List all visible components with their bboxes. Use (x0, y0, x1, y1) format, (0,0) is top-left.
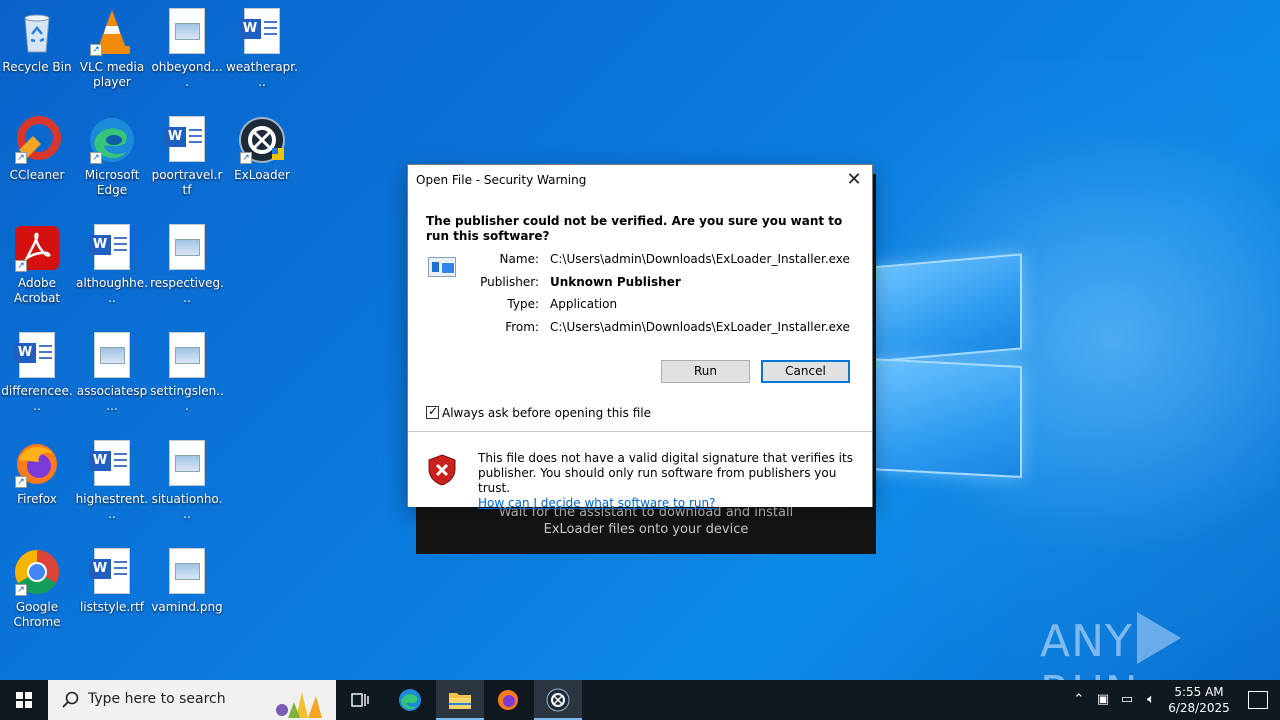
ccleaner-icon: ↗ (13, 116, 61, 164)
exloader-icon: ↗ (238, 116, 286, 164)
image-file-icon (88, 332, 136, 380)
taskbar-file-explorer[interactable] (436, 680, 484, 720)
desktop-icon-ohbeyond[interactable]: ohbeyond.... (150, 8, 224, 90)
cancel-button[interactable]: Cancel (761, 360, 850, 383)
image-file-icon (163, 548, 211, 596)
play-icon (1136, 612, 1181, 664)
microsoft-edge-icon (399, 689, 421, 711)
warning-heading: The publisher could not be verified. Are… (426, 214, 843, 243)
signature-warning-text: This file does not have a valid digital … (478, 451, 853, 510)
google-chrome-icon: ↗ (13, 548, 61, 596)
exloader-icon (546, 688, 570, 712)
desktop-icon-vamind[interactable]: vamind.png (150, 548, 224, 615)
word-document-icon: W (238, 8, 286, 56)
word-document-icon: W (88, 548, 136, 596)
desktop-icon-respectiveg[interactable]: respectiveg... (150, 224, 224, 306)
desktop-icon-weatherapr[interactable]: W weatherapr... (225, 8, 299, 90)
desktop-icon-exloader[interactable]: ↗ ExLoader (225, 116, 299, 183)
word-document-icon: W (13, 332, 61, 380)
desktop-icon-ccleaner[interactable]: ↗ CCleaner (0, 116, 74, 183)
desktop-icon-highestrent[interactable]: W highestrent... (75, 440, 149, 522)
start-button[interactable] (0, 680, 48, 720)
type-field-row: Type: Application (507, 297, 618, 311)
microsoft-edge-icon: ↗ (88, 116, 136, 164)
image-file-icon (163, 440, 211, 488)
folder-icon (449, 693, 471, 709)
from-field-row: From: C:\Users\admin\Downloads\ExLoader_… (505, 320, 850, 334)
adobe-acrobat-icon: ↗ (13, 224, 61, 272)
taskbar-firefox[interactable] (484, 680, 532, 720)
vlc-cone-icon: ↗ (88, 8, 136, 56)
desktop-icon-althoughhe[interactable]: W althoughhe... (75, 224, 149, 306)
chevron-up-icon[interactable]: ⌃ (1070, 692, 1088, 708)
run-button[interactable]: Run (661, 360, 750, 383)
windows-start-icon (16, 692, 32, 708)
volume-icon[interactable]: 🔈︎ (1142, 692, 1160, 708)
desktop-icon-situationho[interactable]: situationho... (150, 440, 224, 522)
dialog-title: Open File - Security Warning (416, 173, 587, 187)
meet-now-icon[interactable]: ▣ (1094, 692, 1112, 708)
recycle-bin-icon (13, 8, 61, 56)
search-placeholder: Type here to search (88, 691, 226, 707)
publisher-field-row: Publisher: Unknown Publisher (480, 275, 681, 289)
from-value: C:\Users\admin\Downloads\ExLoader_Instal… (550, 320, 850, 334)
firefox-icon: ↗ (13, 440, 61, 488)
word-document-icon: W (88, 440, 136, 488)
taskbar-search-box[interactable]: Type here to search (48, 680, 336, 720)
dialog-body: The publisher could not be verified. Are… (408, 195, 872, 431)
image-file-icon (163, 332, 211, 380)
desktop-icon-differencee[interactable]: W differencee... (0, 332, 74, 414)
search-highlight-icon (276, 692, 322, 718)
desktop-icon-firefox[interactable]: ↗ Firefox (0, 440, 74, 507)
taskbar: Type here to search ⌃ ▣ ▭ 🔈︎ 5:55 AM 6/2… (0, 680, 1280, 720)
desktop-icon-liststyle[interactable]: W liststyle.rtf (75, 548, 149, 615)
type-value: Application (550, 297, 618, 311)
desktop-icon-poortravel[interactable]: W poortravel.rtf (150, 116, 224, 198)
desktop-icon-google-chrome[interactable]: ↗ Google Chrome (0, 548, 74, 630)
dialog-titlebar[interactable]: Open File - Security Warning ✕ (408, 165, 872, 195)
firefox-icon (498, 690, 518, 710)
task-view-icon (351, 693, 369, 707)
close-icon[interactable]: ✕ (842, 168, 866, 192)
file-name-value: C:\Users\admin\Downloads\ExLoader_Instal… (550, 252, 850, 266)
desktop-icon-recycle-bin[interactable]: Recycle Bin (0, 8, 74, 75)
taskbar-clock[interactable]: 5:55 AM 6/28/2025 (1164, 684, 1234, 716)
publisher-value: Unknown Publisher (550, 275, 681, 289)
windows-logo-wallpaper (870, 240, 1030, 480)
security-warning-dialog: Open File - Security Warning ✕ The publi… (407, 164, 873, 510)
search-icon (62, 691, 79, 708)
desktop-icon-associatesp[interactable]: associatesp... (75, 332, 149, 414)
name-field-row: Name: C:\Users\admin\Downloads\ExLoader_… (499, 252, 850, 266)
always-ask-label: Always ask before opening this file (442, 406, 651, 420)
always-ask-checkbox[interactable] (426, 404, 439, 419)
desktop-icon-settingslen[interactable]: settingslen... (150, 332, 224, 414)
taskbar-exloader[interactable] (534, 680, 582, 720)
dialog-footer: This file does not have a valid digital … (408, 431, 872, 510)
word-document-icon: W (163, 116, 211, 164)
image-file-icon (163, 224, 211, 272)
network-icon[interactable]: ▭ (1118, 692, 1136, 708)
notification-icon[interactable] (1248, 691, 1268, 709)
desktop-icon-microsoft-edge[interactable]: ↗ Microsoft Edge (75, 116, 149, 198)
desktop-icon-adobe-acrobat[interactable]: ↗ Adobe Acrobat (0, 224, 74, 306)
always-ask-option[interactable]: Always ask before opening this file (426, 404, 651, 420)
help-link[interactable]: How can I decide what software to run? (478, 496, 715, 510)
desktop-icon-vlc[interactable]: ↗ VLC media player (75, 8, 149, 90)
word-document-icon: W (88, 224, 136, 272)
image-file-icon (163, 8, 211, 56)
red-shield-warning-icon (428, 454, 456, 486)
taskbar-edge[interactable] (386, 680, 434, 720)
task-view-button[interactable] (336, 680, 384, 720)
